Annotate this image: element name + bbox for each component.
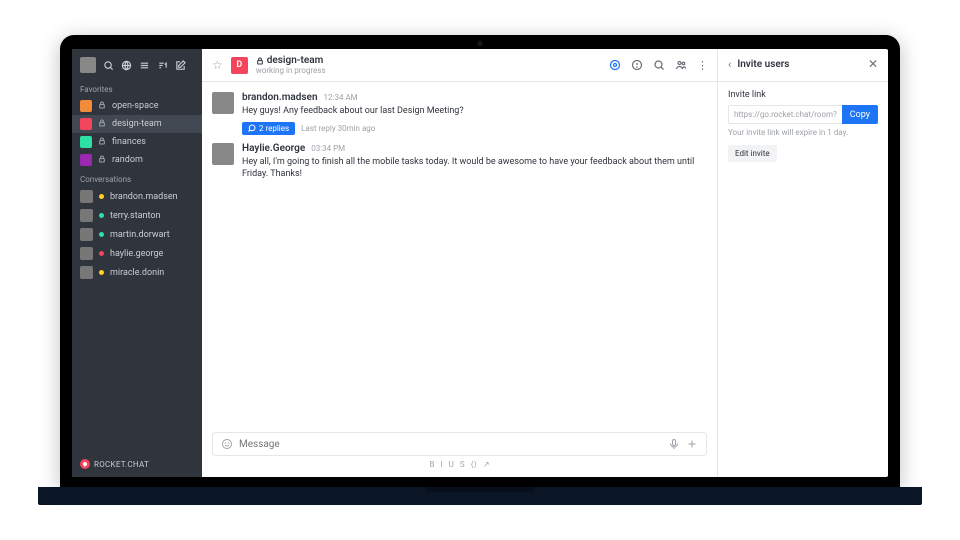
dm-avatar — [80, 228, 93, 241]
sidebar-dm-brandon.madsen[interactable]: brandon.madsen — [72, 187, 202, 206]
channel-color-block — [80, 118, 92, 130]
presence-dot-icon — [99, 213, 104, 218]
dm-name: brandon.madsen — [110, 192, 178, 202]
message-time: 12:34 AM — [324, 93, 358, 102]
message-avatar[interactable] — [212, 143, 234, 165]
message-author[interactable]: brandon.madsen — [242, 92, 318, 103]
private-lock-icon — [98, 101, 106, 111]
channel-name: design-team — [112, 119, 162, 129]
directory-icon[interactable] — [121, 60, 132, 71]
message: Haylie.George 03:34 PM Hey all, I'm going … — [212, 139, 707, 185]
sidebar-channel-open-space[interactable]: open-space — [72, 97, 202, 115]
channel-header: ☆ D design-team working in progress — [202, 49, 717, 82]
channel-color-block — [80, 100, 92, 112]
threads-icon[interactable] — [609, 59, 621, 71]
dm-avatar — [80, 209, 93, 222]
sort-icon[interactable] — [157, 60, 168, 71]
dm-avatar — [80, 190, 93, 203]
sidebar-channel-design-team[interactable]: design-team — [72, 115, 202, 133]
channel-topic: working in progress — [256, 66, 326, 75]
panel-back-icon[interactable]: ‹ — [728, 58, 731, 71]
message-author[interactable]: Haylie.George — [242, 143, 305, 154]
dm-name: terry.stanton — [110, 211, 160, 221]
brand-footer: ROCKET.CHAT — [72, 451, 202, 477]
invite-link-input[interactable] — [728, 105, 842, 124]
emoji-icon[interactable] — [221, 438, 233, 450]
dm-name: martin.dorwart — [110, 230, 170, 240]
message-composer[interactable] — [212, 432, 707, 456]
presence-dot-icon — [99, 251, 104, 256]
kebab-menu-icon[interactable]: ⋮ — [697, 59, 707, 72]
view-mode-icon[interactable] — [139, 60, 150, 71]
format-btn-3[interactable]: S — [460, 460, 465, 469]
brand-name: ROCKET.CHAT — [94, 460, 149, 469]
brand-logo-icon — [80, 459, 90, 469]
message-input[interactable] — [239, 439, 662, 450]
format-btn-4[interactable]: ⟨⟩ — [471, 460, 477, 469]
sidebar: Favorites open-space design-team finances ra… — [72, 49, 202, 477]
sidebar-channel-finances[interactable]: finances — [72, 133, 202, 151]
main-column: ☆ D design-team working in progress — [202, 49, 718, 477]
message-avatar[interactable] — [212, 92, 234, 114]
dm-avatar — [80, 266, 93, 279]
thread-replies-badge[interactable]: 2 replies — [242, 122, 295, 135]
presence-dot-icon — [99, 232, 104, 237]
dm-avatar — [80, 247, 93, 260]
format-btn-1[interactable]: I — [440, 460, 442, 469]
private-lock-icon — [98, 155, 106, 165]
search-icon[interactable] — [103, 60, 114, 71]
audio-record-icon[interactable] — [668, 438, 680, 450]
sidebar-channel-random[interactable]: random — [72, 151, 202, 169]
channel-avatar: D — [231, 57, 248, 74]
private-lock-icon — [98, 137, 106, 147]
presence-dot-icon — [99, 270, 104, 275]
channel-color-block — [80, 136, 92, 148]
message-time: 03:34 PM — [311, 144, 345, 153]
channel-name: finances — [112, 137, 146, 147]
sidebar-dm-terry.stanton[interactable]: terry.stanton — [72, 206, 202, 225]
message: brandon.madsen 12:34 AM Hey guys! Any feed… — [212, 88, 707, 139]
thread-last-reply: Last reply 30min ago — [301, 124, 375, 133]
format-toolbar: BIUS ⟨⟩ ↗ — [212, 460, 707, 469]
format-btn-2[interactable]: U — [449, 460, 454, 469]
presence-dot-icon — [99, 194, 104, 199]
user-avatar[interactable] — [80, 57, 96, 73]
favorite-star-icon[interactable]: ☆ — [212, 58, 223, 72]
copy-button[interactable]: Copy — [842, 105, 878, 124]
format-btn-0[interactable]: B — [429, 460, 434, 469]
sidebar-section-title: Conversations — [72, 169, 202, 187]
search-messages-icon[interactable] — [653, 59, 665, 71]
channel-title: design-team — [256, 55, 326, 66]
private-lock-icon — [98, 119, 106, 129]
dm-name: haylie.george — [110, 249, 163, 259]
dm-name: miracle.donin — [110, 268, 164, 278]
message-text: Hey guys! Any feedback about our last De… — [242, 105, 707, 118]
sidebar-dm-haylie.george[interactable]: haylie.george — [72, 244, 202, 263]
private-lock-icon — [256, 57, 264, 65]
invite-link-label: Invite link — [728, 90, 878, 100]
panel-title: Invite users — [737, 59, 789, 70]
attach-plus-icon[interactable] — [686, 438, 698, 450]
sidebar-section-title: Favorites — [72, 79, 202, 97]
create-new-icon[interactable] — [175, 60, 186, 71]
discussions-icon[interactable] — [631, 59, 643, 71]
members-icon[interactable] — [675, 59, 687, 71]
channel-name: open-space — [112, 101, 159, 111]
channel-color-block — [80, 154, 92, 166]
sidebar-top — [72, 49, 202, 79]
laptop-base — [38, 487, 922, 505]
channel-name: random — [112, 155, 143, 165]
sidebar-dm-miracle.donin[interactable]: miracle.donin — [72, 263, 202, 282]
format-btn-5[interactable]: ↗ — [483, 460, 490, 469]
invite-panel: ‹ Invite users ✕ Invite link Copy Your i… — [718, 49, 888, 477]
invite-expire-text: Your invite link will expire in 1 day. — [728, 128, 878, 137]
message-text: Hey all, I'm going to finish all the mob… — [242, 156, 707, 181]
message-list: brandon.madsen 12:34 AM Hey guys! Any feed… — [202, 82, 717, 424]
sidebar-dm-martin.dorwart[interactable]: martin.dorwart — [72, 225, 202, 244]
edit-invite-button[interactable]: Edit invite — [728, 145, 777, 162]
panel-close-icon[interactable]: ✕ — [868, 57, 878, 71]
laptop-camera — [478, 41, 483, 46]
